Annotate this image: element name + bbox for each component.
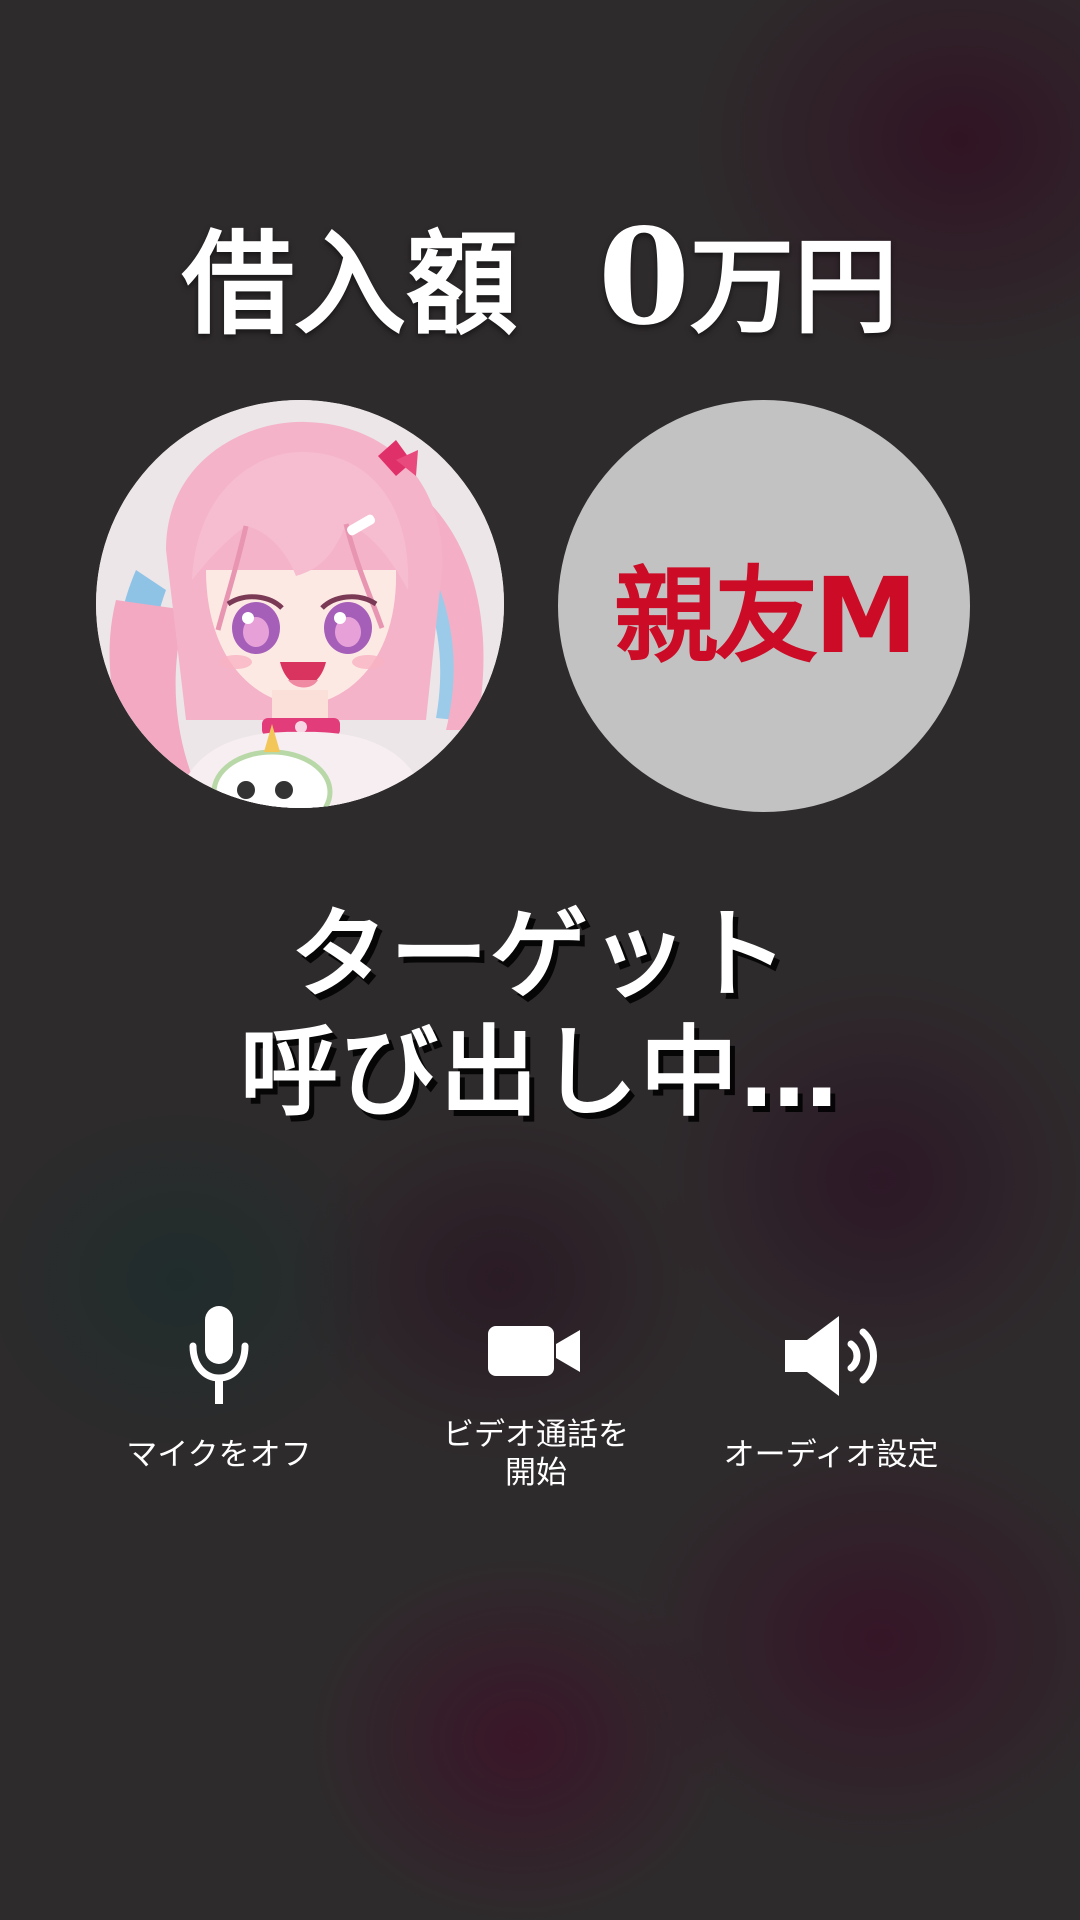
loan-amount-heading: 借入額 0万円 — [0, 208, 1080, 357]
loan-amount-unit: 万円 — [689, 225, 898, 348]
start-video-button[interactable]: ビデオ通話を 開始 — [406, 1300, 666, 1492]
loan-amount-value: 0 — [598, 200, 690, 355]
microphone-icon — [189, 1306, 249, 1404]
anime-girl-avatar-icon — [96, 400, 504, 808]
loan-amount-label: 借入額 — [182, 219, 519, 350]
mute-mic-label: マイクをオフ — [126, 1437, 312, 1473]
start-video-label: ビデオ通話を 開始 — [406, 1416, 666, 1492]
call-controls: マイクをオフ ビデオ通話を 開始 オーディオ設定 — [0, 1300, 1080, 1520]
call-status: ターゲット 呼び出し中… — [0, 896, 1080, 1132]
call-status-line2: 呼び出し中… — [239, 1016, 840, 1130]
caller-avatar — [96, 400, 504, 808]
call-status-line1: ターゲット — [289, 898, 790, 1012]
audio-settings-button[interactable]: オーディオ設定 — [701, 1300, 961, 1474]
speaker-icon — [785, 1316, 877, 1396]
mute-mic-button[interactable]: マイクをオフ — [89, 1300, 349, 1474]
start-video-label-line2: 開始 — [505, 1455, 567, 1491]
audio-settings-label: オーディオ設定 — [723, 1437, 939, 1473]
video-camera-icon — [488, 1326, 580, 1376]
start-video-label-line1: ビデオ通話を — [443, 1417, 629, 1453]
target-avatar: 親友M — [558, 400, 970, 812]
target-name: 親友M — [614, 554, 917, 677]
